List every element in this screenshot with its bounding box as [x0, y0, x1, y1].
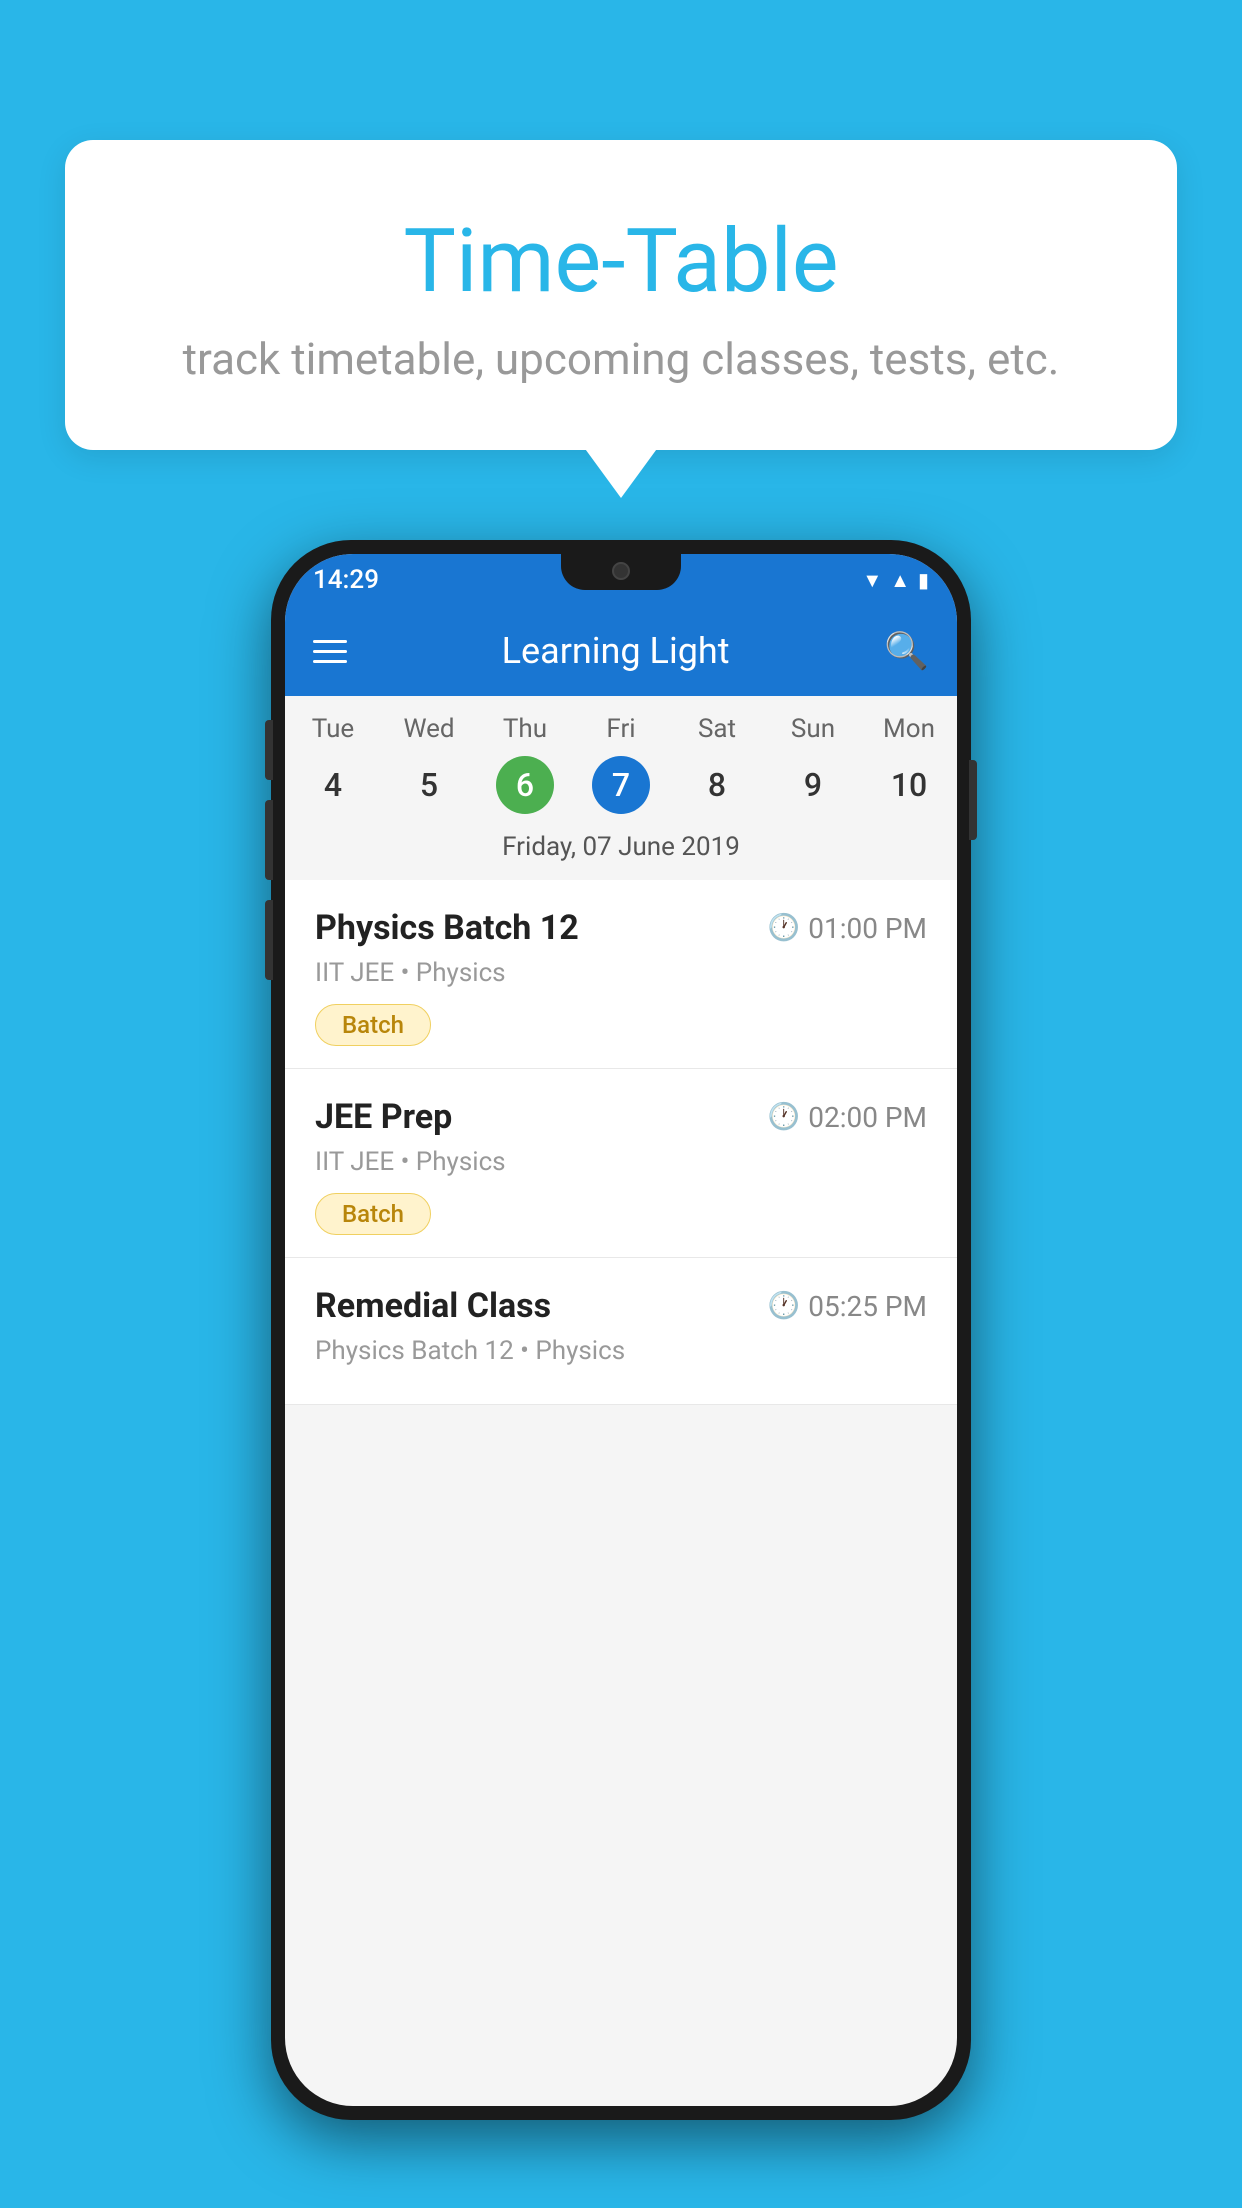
day-number[interactable]: 10 — [880, 756, 938, 814]
day-name: Fri — [573, 714, 669, 744]
day-col-wed[interactable]: Wed 5 — [381, 714, 477, 814]
item-title: JEE Prep — [315, 1097, 452, 1137]
search-icon[interactable]: 🔍 — [884, 630, 929, 672]
item-subtitle: Physics Batch 12 • Physics — [315, 1336, 927, 1366]
item-subtitle: IIT JEE • Physics — [315, 958, 927, 988]
item-subtitle: IIT JEE • Physics — [315, 1147, 927, 1177]
signal-icon: ▲ — [890, 568, 910, 593]
day-number[interactable]: 9 — [784, 756, 842, 814]
day-name: Thu — [477, 714, 573, 744]
days-row: Tue 4 Wed 5 Thu 6 Fri 7 Sat 8 Sun 9 Mon 10 — [285, 696, 957, 822]
item-time: 🕐 01:00 PM — [768, 912, 927, 945]
item-header: JEE Prep 🕐 02:00 PM — [315, 1097, 927, 1137]
power-button — [969, 760, 977, 840]
front-camera — [612, 562, 630, 580]
item-header: Remedial Class 🕐 05:25 PM — [315, 1286, 927, 1326]
schedule-item[interactable]: Physics Batch 12 🕐 01:00 PM IIT JEE • Phys… — [285, 880, 957, 1069]
status-time: 14:29 — [313, 565, 379, 595]
menu-icon[interactable] — [313, 640, 347, 663]
batch-badge: Batch — [315, 1193, 431, 1235]
selected-date: Friday, 07 June 2019 — [285, 822, 957, 880]
schedule-item[interactable]: Remedial Class 🕐 05:25 PM Physics Batch 12… — [285, 1258, 957, 1405]
volume-up-button — [265, 800, 273, 880]
app-title: Learning Light — [371, 630, 860, 672]
phone-notch — [561, 554, 681, 590]
day-number[interactable]: 4 — [304, 756, 362, 814]
day-col-mon[interactable]: Mon 10 — [861, 714, 957, 814]
volume-silent-button — [265, 720, 273, 780]
day-number[interactable]: 6 — [496, 756, 554, 814]
day-name: Mon — [861, 714, 957, 744]
phone-screen: 14:29 ▼ ▲ ▮ Learning Light 🔍 — [285, 554, 957, 2106]
status-icons: ▼ ▲ ▮ — [862, 568, 929, 593]
day-name: Tue — [285, 714, 381, 744]
day-col-thu[interactable]: Thu 6 — [477, 714, 573, 814]
schedule-list: Physics Batch 12 🕐 01:00 PM IIT JEE • Phys… — [285, 880, 957, 1405]
item-title: Remedial Class — [315, 1286, 551, 1326]
day-col-sat[interactable]: Sat 8 — [669, 714, 765, 814]
day-number[interactable]: 8 — [688, 756, 746, 814]
day-col-sun[interactable]: Sun 9 — [765, 714, 861, 814]
battery-icon: ▮ — [918, 568, 929, 592]
day-number[interactable]: 5 — [400, 756, 458, 814]
day-number[interactable]: 7 — [592, 756, 650, 814]
bubble-title: Time-Table — [125, 210, 1117, 313]
clock-icon: 🕐 — [768, 1102, 800, 1132]
calendar-strip: Tue 4 Wed 5 Thu 6 Fri 7 Sat 8 Sun 9 Mon 10 Friday, 07… — [285, 696, 957, 880]
day-col-tue[interactable]: Tue 4 — [285, 714, 381, 814]
phone-mockup: 14:29 ▼ ▲ ▮ Learning Light 🔍 — [271, 540, 971, 2140]
schedule-item[interactable]: JEE Prep 🕐 02:00 PM IIT JEE • Physics Batch — [285, 1069, 957, 1258]
item-header: Physics Batch 12 🕐 01:00 PM — [315, 908, 927, 948]
speech-bubble: Time-Table track timetable, upcoming cla… — [65, 140, 1177, 450]
clock-icon: 🕐 — [768, 913, 800, 943]
item-time: 🕐 02:00 PM — [768, 1101, 927, 1134]
clock-icon: 🕐 — [768, 1291, 800, 1321]
day-name: Wed — [381, 714, 477, 744]
bubble-subtitle: track timetable, upcoming classes, tests… — [125, 333, 1117, 385]
day-name: Sat — [669, 714, 765, 744]
wifi-icon: ▼ — [862, 568, 882, 593]
app-bar: Learning Light 🔍 — [285, 606, 957, 696]
volume-down-button — [265, 900, 273, 980]
speech-bubble-container: Time-Table track timetable, upcoming cla… — [65, 140, 1177, 450]
day-name: Sun — [765, 714, 861, 744]
item-time: 🕐 05:25 PM — [768, 1290, 927, 1323]
phone-outer: 14:29 ▼ ▲ ▮ Learning Light 🔍 — [271, 540, 971, 2120]
day-col-fri[interactable]: Fri 7 — [573, 714, 669, 814]
item-title: Physics Batch 12 — [315, 908, 579, 948]
batch-badge: Batch — [315, 1004, 431, 1046]
